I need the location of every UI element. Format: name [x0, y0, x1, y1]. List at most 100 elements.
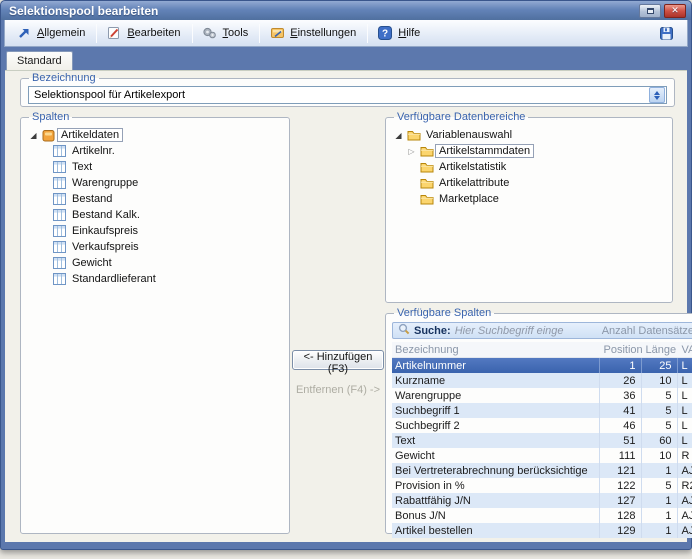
header-laenge[interactable]: Länge — [642, 342, 678, 357]
collapsed-triangle-icon[interactable]: ▷ — [405, 147, 418, 156]
help-icon: ? — [377, 25, 393, 41]
cell-bezeichnung: Bei Vertreterabrechnung berücksichtige — [392, 463, 600, 478]
search-input[interactable] — [455, 325, 598, 337]
tree-node-folder[interactable]: ▷ Artikelstatistik — [392, 159, 666, 175]
tree-node-column[interactable]: Standardlieferant — [27, 271, 283, 287]
tree-node-label: Artikeldaten — [57, 128, 123, 142]
tree-node-label: Artikelstatistik — [435, 160, 510, 174]
toolbar-button-hilfe[interactable]: ? Hilfe — [371, 22, 428, 44]
table-column-icon — [51, 209, 68, 221]
cell-laenge: 5 — [642, 403, 678, 418]
tree-node-column[interactable]: Warengruppe — [27, 175, 283, 191]
expanded-triangle-icon[interactable]: ◢ — [27, 131, 40, 140]
toolbar-button-allgemein[interactable]: Allgemein — [10, 22, 93, 44]
tree-node-artikeldaten[interactable]: ◢ Artikeldaten — [27, 127, 283, 143]
tree-node-column[interactable]: Bestand Kalk. — [27, 207, 283, 223]
tree-node-label: Artikelattribute — [435, 176, 513, 190]
table-row[interactable]: Suchbegriff 1 41 5 L — [392, 403, 692, 418]
table-row[interactable]: Provision in % 122 5 R2 — [392, 478, 692, 493]
dialog-window: Selektionspool bearbeiten ✕ Allgemein Be… — [0, 0, 692, 550]
combobox-spinner-button[interactable] — [649, 87, 665, 103]
spinner-up-icon — [654, 91, 660, 95]
cell-position: 129 — [600, 523, 642, 538]
bezeichnung-legend: Bezeichnung — [29, 72, 99, 84]
cell-position: 46 — [600, 418, 642, 433]
table-row[interactable]: Suchbegriff 2 46 5 L — [392, 418, 692, 433]
bezeichnung-combobox[interactable]: Selektionspool für Artikelexport — [28, 86, 667, 104]
table-column-icon — [51, 161, 68, 173]
spalten-tree: ◢ Artikeldaten Artikelnr. — [27, 124, 283, 287]
folder-icon — [418, 145, 435, 157]
tree-node-column[interactable]: Text — [27, 159, 283, 175]
window-title: Selektionspool bearbeiten — [9, 4, 158, 18]
toolbar-button-bearbeiten[interactable]: Bearbeiten — [100, 22, 188, 44]
table-column-icon — [51, 241, 68, 253]
cell-position: 111 — [600, 448, 642, 463]
header-va[interactable]: VA — [678, 342, 692, 357]
tab-standard[interactable]: Standard — [6, 51, 73, 70]
cell-va: AJN — [678, 508, 692, 523]
cell-laenge: 1 — [642, 463, 678, 478]
cell-bezeichnung: Rabattfähig J/N — [392, 493, 600, 508]
tree-node-column[interactable]: Bestand — [27, 191, 283, 207]
cell-va: R2 — [678, 478, 692, 493]
restore-window-button[interactable] — [639, 4, 661, 18]
grid-wrap: Bezeichnung Position Länge VA Artikelnum… — [392, 342, 692, 538]
table-row[interactable]: Artikelnummer 1 25 L — [392, 358, 692, 373]
tree-node-folder[interactable]: ▷ Artikelstammdaten — [392, 143, 666, 159]
toolbar-label-bearbeiten: Bearbeiten — [127, 27, 180, 39]
tree-node-folder[interactable]: ▷ Marketplace — [392, 191, 666, 207]
settings-note-icon — [269, 25, 285, 41]
datenbereiche-tree: ◢ Variablenauswahl ▷ Artikelstammdaten ▷ — [392, 124, 666, 207]
tree-node-label: Verkaufspreis — [68, 240, 143, 254]
cell-position: 26 — [600, 373, 642, 388]
table-row[interactable]: Rabattfähig J/N 127 1 AJN — [392, 493, 692, 508]
folder-icon — [418, 177, 435, 189]
grid-rows: Artikelnummer 1 25 L Kurzname 26 10 L Wa… — [392, 358, 692, 538]
table-column-icon — [51, 145, 68, 157]
search-bar[interactable]: Suche: Anzahl Datensätze: 583 — [392, 322, 692, 339]
record-count: Anzahl Datensätze: 583 — [602, 325, 692, 337]
tree-node-variablenauswahl[interactable]: ◢ Variablenauswahl — [392, 127, 666, 143]
cell-va: AJN — [678, 493, 692, 508]
header-bezeichnung[interactable]: Bezeichnung — [392, 342, 600, 357]
tree-node-label: Gewicht — [68, 256, 116, 270]
main-toolbar: Allgemein Bearbeiten Tools Einstellungen — [4, 20, 688, 47]
grid-header: Bezeichnung Position Länge VA — [392, 342, 692, 358]
add-button[interactable]: <- Hinzufügen (F3) — [292, 350, 384, 370]
expanded-triangle-icon[interactable]: ◢ — [392, 131, 405, 140]
tree-node-column[interactable]: Einkaufspreis — [27, 223, 283, 239]
toolbar-button-tools[interactable]: Tools — [196, 22, 257, 44]
close-window-button[interactable]: ✕ — [664, 4, 686, 18]
toolbar-label-allgemein: Allgemein — [37, 27, 85, 39]
tree-node-folder[interactable]: ▷ Artikelattribute — [392, 175, 666, 191]
table-row[interactable]: Bei Vertreterabrechnung berücksichtige 1… — [392, 463, 692, 478]
table-row[interactable]: Text 51 60 L — [392, 433, 692, 448]
table-row[interactable]: Kurzname 26 10 L — [392, 373, 692, 388]
search-label: Suche: — [414, 325, 451, 337]
cell-va: L — [678, 433, 692, 448]
tree-node-label: Bestand — [68, 192, 116, 206]
toolbar-button-einstellungen[interactable]: Einstellungen — [263, 22, 364, 44]
table-row[interactable]: Warengruppe 36 5 L — [392, 388, 692, 403]
save-button[interactable] — [652, 22, 682, 44]
tree-node-column[interactable]: Artikelnr. — [27, 143, 283, 159]
spinner-down-icon — [654, 96, 660, 100]
tree-node-column[interactable]: Verkaufspreis — [27, 239, 283, 255]
tree-node-label: Marketplace — [435, 192, 503, 206]
table-row[interactable]: Artikel bestellen 129 1 AJN — [392, 523, 692, 538]
cell-laenge: 10 — [642, 448, 678, 463]
tree-node-label: Text — [68, 160, 96, 174]
table-row[interactable]: Gewicht 111 10 R — [392, 448, 692, 463]
header-position[interactable]: Position — [600, 342, 642, 357]
nav-arrow-icon — [16, 25, 32, 41]
verfuegbare-spalten-group: Verfügbare Spalten Suche: Anzahl Datensä… — [385, 307, 692, 534]
table-row[interactable]: Bonus J/N 128 1 AJN — [392, 508, 692, 523]
remove-button-disabled[interactable]: Entfernen (F4) -> — [291, 384, 385, 396]
tree-node-label: Artikelstammdaten — [435, 144, 534, 158]
cell-laenge: 1 — [642, 508, 678, 523]
cell-laenge: 10 — [642, 373, 678, 388]
tree-node-column[interactable]: Gewicht — [27, 255, 283, 271]
cell-position: 41 — [600, 403, 642, 418]
datenbereiche-group: Verfügbare Datenbereiche ◢ Variablenausw… — [385, 111, 673, 303]
